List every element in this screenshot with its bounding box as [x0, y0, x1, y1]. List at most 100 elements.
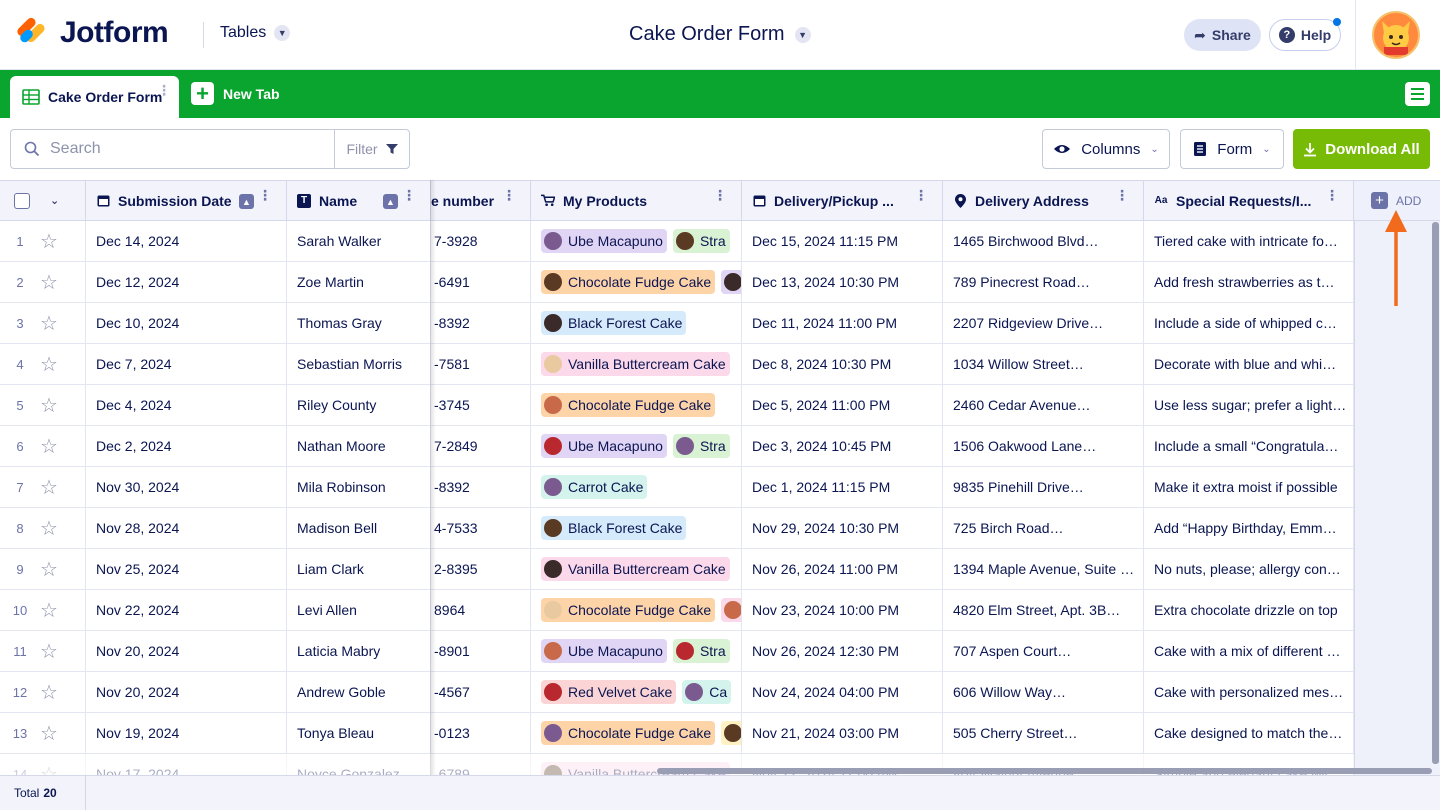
horizontal-scrollbar[interactable]: [657, 768, 1432, 774]
name-cell[interactable]: Tonya Bleau: [287, 713, 431, 754]
name-cell[interactable]: Laticia Mabry: [287, 631, 431, 672]
submission-date-cell[interactable]: Nov 20, 2024: [86, 631, 287, 672]
special-request-cell[interactable]: Add “Happy Birthday, Emm…: [1144, 508, 1354, 549]
submission-date-cell[interactable]: Dec 12, 2024: [86, 262, 287, 303]
submission-date-cell[interactable]: Nov 20, 2024: [86, 672, 287, 713]
name-cell[interactable]: Madison Bell: [287, 508, 431, 549]
address-cell[interactable]: 789 Pinecrest Road…: [943, 262, 1144, 303]
star-icon[interactable]: ☆: [40, 680, 58, 705]
delivery-date-cell[interactable]: Dec 1, 2024 11:15 PM: [742, 467, 943, 508]
address-cell[interactable]: 1394 Maple Avenue, Suite …: [943, 549, 1144, 590]
star-icon[interactable]: ☆: [40, 598, 58, 623]
delivery-date-cell[interactable]: Dec 15, 2024 11:15 PM: [742, 221, 943, 262]
star-icon[interactable]: ☆: [40, 721, 58, 746]
column-header-name[interactable]: T Name ▲ ⋮: [287, 180, 431, 221]
delivery-date-cell[interactable]: Dec 8, 2024 10:30 PM: [742, 344, 943, 385]
product-chip[interactable]: Chocolate Fudge Cake: [541, 598, 716, 622]
products-cell[interactable]: Vanilla Buttercream Cake: [531, 344, 742, 385]
product-chip[interactable]: Vanilla Buttercream Cake: [541, 557, 730, 581]
address-cell[interactable]: 9835 Pinehill Drive…: [943, 467, 1144, 508]
name-cell[interactable]: Sarah Walker: [287, 221, 431, 262]
form-button[interactable]: Form ⌄: [1180, 129, 1284, 169]
tab-options-icon[interactable]: ⋮: [157, 83, 171, 97]
address-cell[interactable]: 2460 Cedar Avenue…: [943, 385, 1144, 426]
phone-cell[interactable]: 7-3928: [431, 221, 531, 262]
product-chip[interactable]: Stra: [672, 229, 730, 253]
submission-date-cell[interactable]: Dec 7, 2024: [86, 344, 287, 385]
product-chip[interactable]: Carrot Cake: [541, 475, 648, 499]
product-chip[interactable]: Stra: [672, 434, 730, 458]
tables-menu[interactable]: Tables ▼: [220, 24, 291, 42]
products-cell[interactable]: Chocolate Fudge Cake: [531, 590, 742, 631]
column-header-delivery-date[interactable]: Delivery/Pickup ... ⋮: [742, 180, 943, 221]
submission-date-cell[interactable]: Dec 2, 2024: [86, 426, 287, 467]
delivery-date-cell[interactable]: Dec 11, 2024 11:00 PM: [742, 303, 943, 344]
phone-cell[interactable]: -8392: [431, 303, 531, 344]
delivery-date-cell[interactable]: Nov 29, 2024 10:30 PM: [742, 508, 943, 549]
name-cell[interactable]: Thomas Gray: [287, 303, 431, 344]
column-header-submission-date[interactable]: Submission Date ▲ ⋮: [86, 180, 287, 221]
phone-cell[interactable]: -8901: [431, 631, 531, 672]
submission-date-cell[interactable]: Nov 19, 2024: [86, 713, 287, 754]
column-header-phone[interactable]: e number ⋮: [431, 180, 531, 221]
special-request-cell[interactable]: Use less sugar; prefer a light…: [1144, 385, 1354, 426]
star-icon[interactable]: ☆: [40, 639, 58, 664]
delivery-date-cell[interactable]: Dec 5, 2024 11:00 PM: [742, 385, 943, 426]
product-chip[interactable]: Stra: [672, 639, 730, 663]
product-chip[interactable]: Ca: [682, 680, 732, 704]
column-options-icon[interactable]: ⋮: [258, 188, 272, 202]
star-icon[interactable]: ☆: [40, 475, 58, 500]
product-chip[interactable]: [721, 598, 741, 622]
column-header-products[interactable]: My Products ⋮: [531, 180, 742, 221]
name-cell[interactable]: Riley County: [287, 385, 431, 426]
pin-icon[interactable]: ▲: [239, 194, 254, 209]
phone-cell[interactable]: -4567: [431, 672, 531, 713]
product-chip[interactable]: Black Forest Cake: [541, 311, 687, 335]
special-request-cell[interactable]: Extra chocolate drizzle on top: [1144, 590, 1354, 631]
delivery-date-cell[interactable]: Nov 26, 2024 12:30 PM: [742, 631, 943, 672]
star-icon[interactable]: ☆: [40, 516, 58, 541]
submission-date-cell[interactable]: Nov 25, 2024: [86, 549, 287, 590]
product-chip[interactable]: Chocolate Fudge Cake: [541, 721, 716, 745]
vertical-scrollbar[interactable]: [1432, 222, 1439, 764]
products-cell[interactable]: Red Velvet Cake Ca: [531, 672, 742, 713]
submission-date-cell[interactable]: Dec 10, 2024: [86, 303, 287, 344]
address-cell[interactable]: 725 Birch Road…: [943, 508, 1144, 549]
name-cell[interactable]: Andrew Goble: [287, 672, 431, 713]
submission-date-cell[interactable]: Dec 4, 2024: [86, 385, 287, 426]
name-cell[interactable]: Mila Robinson: [287, 467, 431, 508]
special-request-cell[interactable]: Make it extra moist if possible: [1144, 467, 1354, 508]
products-cell[interactable]: Black Forest Cake: [531, 303, 742, 344]
address-cell[interactable]: 505 Cherry Street…: [943, 713, 1144, 754]
phone-cell[interactable]: 4-7533: [431, 508, 531, 549]
column-header-address[interactable]: Delivery Address ⋮: [943, 180, 1144, 221]
star-icon[interactable]: ☆: [40, 311, 58, 336]
phone-cell[interactable]: -7581: [431, 344, 531, 385]
tab-cake-order-form[interactable]: Cake Order Form ⋮: [10, 76, 179, 118]
name-cell[interactable]: Sebastian Morris: [287, 344, 431, 385]
delivery-date-cell[interactable]: Nov 23, 2024 10:00 PM: [742, 590, 943, 631]
submission-date-cell[interactable]: Dec 14, 2024: [86, 221, 287, 262]
jotform-logo[interactable]: Jotform: [15, 16, 169, 50]
products-cell[interactable]: Ube Macapuno Stra: [531, 426, 742, 467]
address-cell[interactable]: 1465 Birchwood Blvd…: [943, 221, 1144, 262]
name-cell[interactable]: Zoe Martin: [287, 262, 431, 303]
table-menu-button[interactable]: [1405, 82, 1430, 106]
column-options-icon[interactable]: ⋮: [1115, 188, 1129, 202]
column-options-icon[interactable]: ⋮: [713, 188, 727, 202]
avatar[interactable]: [1372, 11, 1420, 59]
star-icon[interactable]: ☆: [40, 393, 58, 418]
products-cell[interactable]: Black Forest Cake: [531, 508, 742, 549]
special-request-cell[interactable]: No nuts, please; allergy con…: [1144, 549, 1354, 590]
special-request-cell[interactable]: Include a small “Congratula…: [1144, 426, 1354, 467]
product-chip[interactable]: Red Velvet Cake: [541, 680, 677, 704]
address-cell[interactable]: 1034 Willow Street…: [943, 344, 1144, 385]
products-cell[interactable]: Ube Macapuno Stra: [531, 631, 742, 672]
products-cell[interactable]: Chocolate Fudge Cake: [531, 385, 742, 426]
delivery-date-cell[interactable]: Nov 21, 2024 03:00 PM: [742, 713, 943, 754]
products-cell[interactable]: Carrot Cake: [531, 467, 742, 508]
pin-icon[interactable]: ▲: [383, 194, 398, 209]
phone-cell[interactable]: -0123: [431, 713, 531, 754]
address-cell[interactable]: 4820 Elm Street, Apt. 3B…: [943, 590, 1144, 631]
chevron-down-icon[interactable]: ⌄: [50, 194, 59, 207]
